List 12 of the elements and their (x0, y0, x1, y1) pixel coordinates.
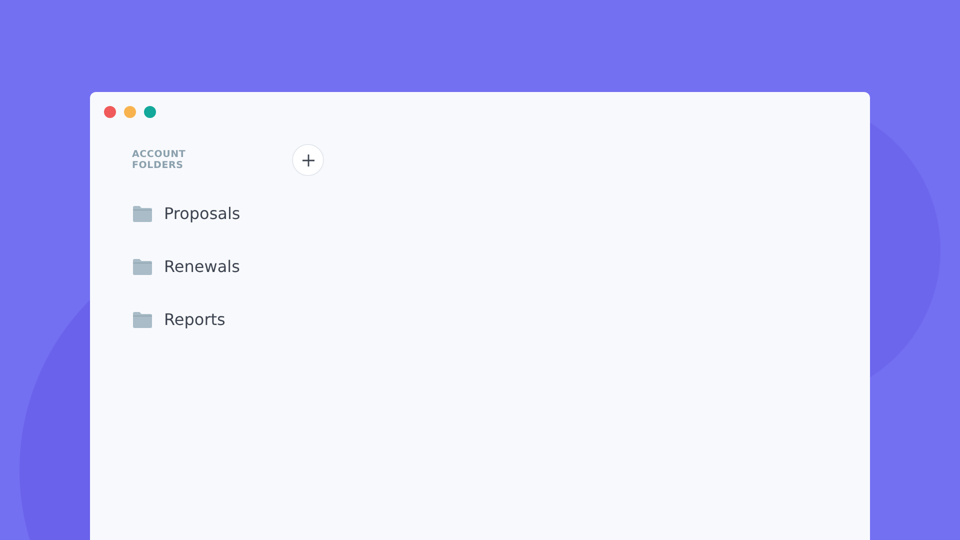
folder-item[interactable]: Renewals (132, 255, 870, 278)
close-icon[interactable] (104, 106, 116, 118)
folder-item[interactable]: Proposals (132, 202, 870, 225)
folder-icon (132, 310, 153, 328)
minimize-icon[interactable] (124, 106, 136, 118)
add-button[interactable] (292, 144, 324, 176)
folder-icon (132, 258, 153, 276)
section-heading: ACCOUNT FOLDERS (132, 149, 187, 171)
maximize-icon[interactable] (144, 106, 156, 118)
folder-icon (132, 204, 153, 222)
folder-item[interactable]: Reports (132, 308, 870, 331)
plus-icon (302, 154, 314, 166)
